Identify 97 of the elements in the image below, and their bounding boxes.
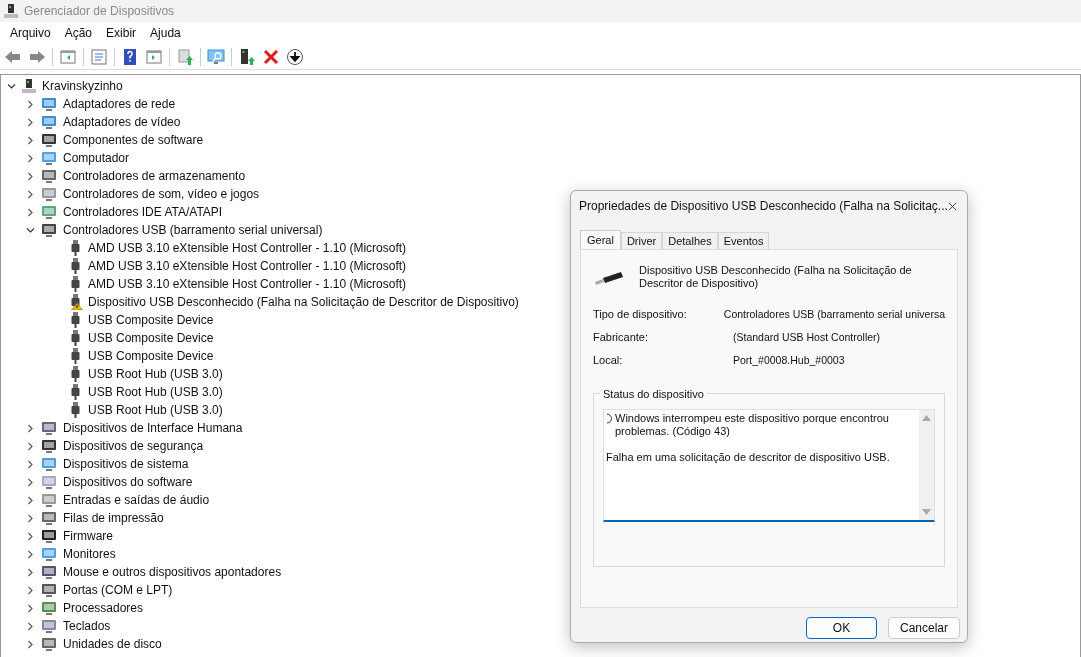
tree-item[interactable]: USB Root Hub (USB 3.0) [88,365,223,383]
chevron-right-icon[interactable] [26,99,35,109]
tree-item[interactable]: Processadores [63,599,144,617]
dialog-button[interactable]: Cancelar [888,617,960,639]
close-icon[interactable] [947,200,957,212]
usb-plug-icon [69,258,83,274]
tree-item[interactable]: Teclados [63,617,111,635]
tree-item[interactable]: Controladores IDE ATA/ATAPI [63,203,223,221]
chevron-right-icon[interactable] [26,603,35,613]
property-value: Port_#0008.Hub_#0003 [733,352,845,368]
tree-item[interactable]: Entradas e saídas de áudio [63,491,210,509]
menu-item[interactable]: Exibir [106,24,137,42]
tree-item[interactable]: AMD USB 3.10 eXtensible Host Controller - 1.10 (Microsoft) [88,257,407,275]
tree-item[interactable]: Dispositivos de sistema [63,455,189,473]
usb-plug-icon [69,384,83,400]
device-name: Dispositivo USB Desconhecido (Falha na Solicitação de Descritor de Dispositivo) [639,264,913,290]
tree-item[interactable]: Dispositivos de Interface Humana [63,419,243,437]
property-value: (Standard USB Host Controller) [733,329,881,345]
usb-plug-icon [69,330,83,346]
chevron-right-icon[interactable] [26,477,35,487]
usb-plug-icon [69,366,83,382]
status-textbox[interactable]: Windows interrompeu este dispositivo porque encontrou problemas. (Código 43) Falha em uma solicitação de descritor de dispositivo USB. [603,409,935,522]
window-title: Gerenciador de Dispositivos [24,3,175,20]
tab[interactable]: Eventos [717,232,770,249]
property-label: Fabricante: [593,330,650,346]
tree-item[interactable]: Portas (COM e LPT) [63,581,173,599]
property-value: Controladores USB (barramento serial universa [723,306,945,322]
chevron-right-icon[interactable] [26,567,35,577]
dialog-title: Propriedades de Dispositivo USB Desconhecido (Falha na Solicitaç... [579,198,948,215]
tab[interactable]: Detalhes [662,232,718,249]
chevron-right-icon[interactable] [26,531,35,541]
tree-item[interactable]: USB Composite Device [88,347,214,365]
menu-item[interactable]: Arquivo [10,24,51,42]
chevron-right-icon[interactable] [26,189,35,199]
chevron-right-icon[interactable] [26,153,35,163]
tree-item[interactable]: Filas de impressão [63,509,164,527]
chevron-down-icon[interactable] [26,225,35,235]
property-label: Local: [593,353,624,369]
delete-x-icon[interactable] [262,47,280,66]
tree-item[interactable]: AMD USB 3.10 eXtensible Host Controller - 1.10 (Microsoft) [88,275,407,293]
tree-item[interactable]: USB Root Hub (USB 3.0) [88,383,223,401]
status-text: Windows interrompeu este dispositivo porque encontrou problemas. (Código 43) [615,412,890,438]
chevron-right-icon[interactable] [26,135,35,145]
tree-item[interactable]: Dispositivo USB Desconhecido (Falha na Solicitação de Descritor de Dispositivo) [88,293,519,311]
chevron-right-icon[interactable] [26,207,35,217]
tree-item[interactable]: USB Composite Device [88,329,214,347]
tree-item[interactable]: Unidades de disco [63,635,162,653]
usb-plug-warning-icon [69,294,83,310]
help-icon[interactable] [121,47,139,66]
tree-item[interactable]: Computador [63,149,130,167]
usb-plug-icon [69,240,83,256]
chevron-right-icon[interactable] [26,117,35,127]
usb-plug-icon [69,402,83,418]
chevron-right-icon[interactable] [26,441,35,451]
computer-tower-icon [4,3,18,19]
computer-tower-icon [22,78,36,94]
tree-item[interactable]: Monitores [63,545,116,563]
chevron-right-icon[interactable] [26,549,35,559]
chevron-right-icon[interactable] [26,459,35,469]
tree-item[interactable]: Adaptadores de rede [63,95,176,113]
chevron-right-icon[interactable] [26,495,35,505]
menu-item[interactable]: Ajuda [150,24,181,42]
tab[interactable]: Geral [580,230,621,249]
tree-item[interactable]: Controladores de som, vídeo e jogos [63,185,260,203]
usb-plug-icon [69,348,83,364]
chevron-right-icon[interactable] [26,621,35,631]
status-text: Falha em uma solicitação de descritor de dispositivo USB. [606,451,890,464]
dialog-button[interactable]: OK [806,617,877,639]
tree-item[interactable]: Mouse e outros dispositivos apontadores [63,563,282,581]
monitor-magnifier-icon[interactable] [207,47,225,66]
tree-item[interactable]: Dispositivos do software [63,473,193,491]
chevron-right-icon[interactable] [26,585,35,595]
console-tree-icon[interactable] [59,47,77,66]
enable-device-icon[interactable] [238,47,256,66]
tree-item[interactable]: Dispositivos de segurança [63,437,204,455]
tree-item[interactable]: Adaptadores de vídeo [63,113,181,131]
tree-item[interactable]: Kravinskyzinho [42,77,123,95]
chevron-right-icon[interactable] [26,639,35,649]
tree-item[interactable]: Controladores USB (barramento serial universal) [63,221,323,239]
down-arrow-circle-icon[interactable] [286,47,304,66]
tree-item[interactable]: USB Composite Device [88,311,214,329]
menu-item[interactable]: Ação [64,24,93,42]
tree-item[interactable]: Componentes de software [63,131,204,149]
property-label: Tipo de dispositivo: [593,307,688,323]
tree-item[interactable]: Firmware [63,527,113,545]
tab[interactable]: Driver [620,232,663,249]
chevron-right-icon[interactable] [26,423,35,433]
action-pane-icon[interactable] [145,47,163,66]
chevron-down-icon[interactable] [7,81,16,91]
tree-item[interactable]: Controladores de armazenamento [63,167,246,185]
tree-item[interactable]: AMD USB 3.10 eXtensible Host Controller - 1.10 (Microsoft) [88,239,407,257]
chevron-right-icon[interactable] [26,171,35,181]
update-driver-icon[interactable] [176,47,194,66]
chevron-right-icon[interactable] [26,513,35,523]
usb-plug-icon [69,276,83,292]
tree-item[interactable]: USB Root Hub (USB 3.0) [88,401,223,419]
usb-plug-icon [69,312,83,328]
